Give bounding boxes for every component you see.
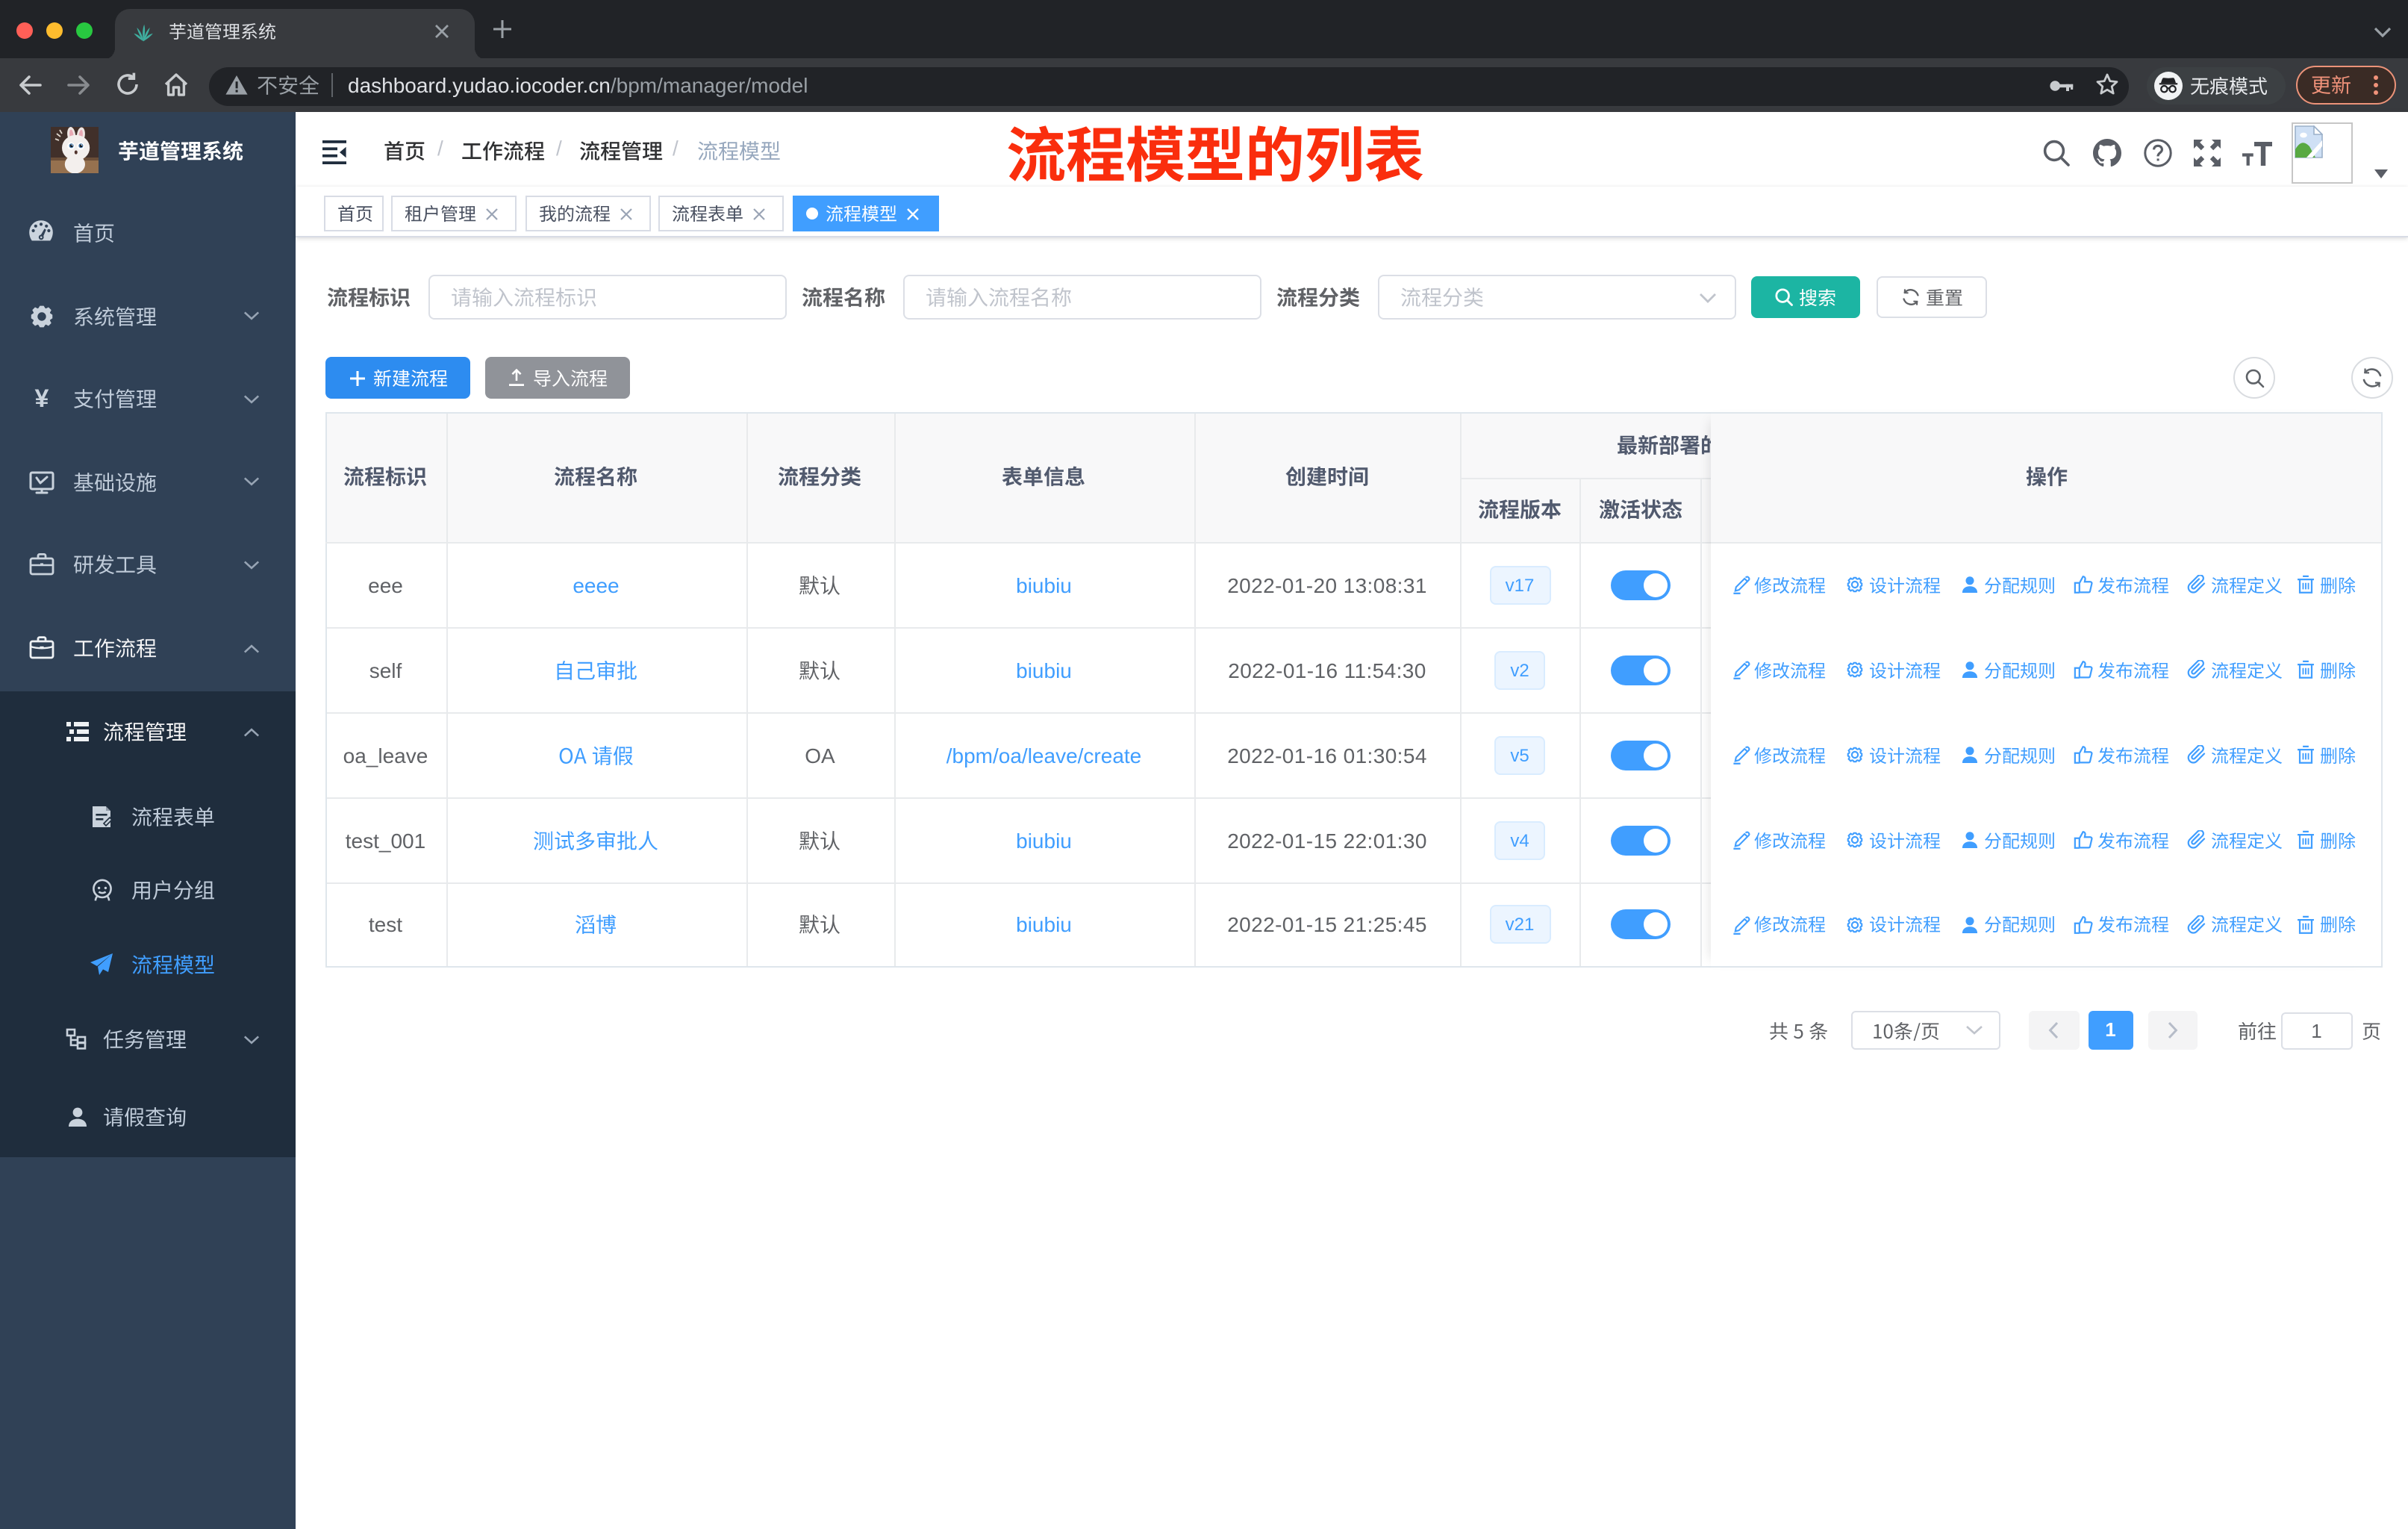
svg-text:¥: ¥ <box>34 385 49 412</box>
